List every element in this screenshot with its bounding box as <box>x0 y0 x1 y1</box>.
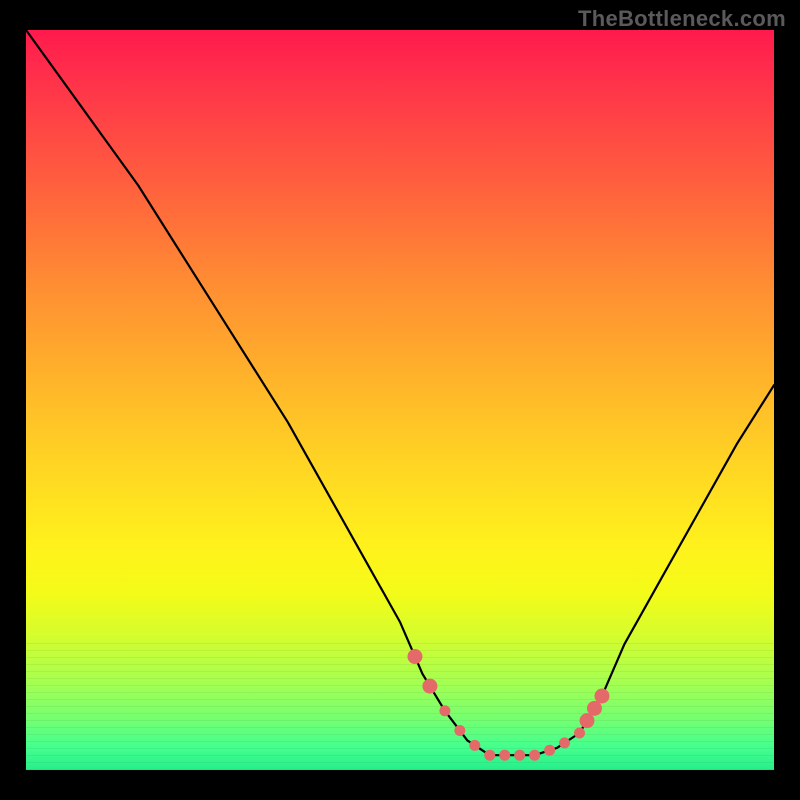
optimal-marker-dot <box>454 725 465 736</box>
optimal-marker-dot <box>407 649 422 664</box>
bottleneck-curve <box>26 30 774 755</box>
optimal-marker-dot <box>439 705 450 716</box>
optimal-marker-dot <box>514 750 525 761</box>
optimal-marker-dot <box>499 750 510 761</box>
optimal-marker-dot <box>484 750 495 761</box>
optimal-marker-group <box>407 649 609 761</box>
optimal-marker-dot <box>529 750 540 761</box>
optimal-marker-dot <box>559 737 570 748</box>
curve-svg <box>26 30 774 770</box>
plot-area <box>26 30 774 770</box>
optimal-marker-dot <box>469 740 480 751</box>
optimal-marker-dot <box>544 745 555 756</box>
chart-frame: TheBottleneck.com <box>0 0 800 800</box>
optimal-marker-dot <box>574 728 585 739</box>
optimal-marker-dot <box>422 679 437 694</box>
optimal-marker-dot <box>594 689 609 704</box>
watermark-text: TheBottleneck.com <box>578 6 786 32</box>
